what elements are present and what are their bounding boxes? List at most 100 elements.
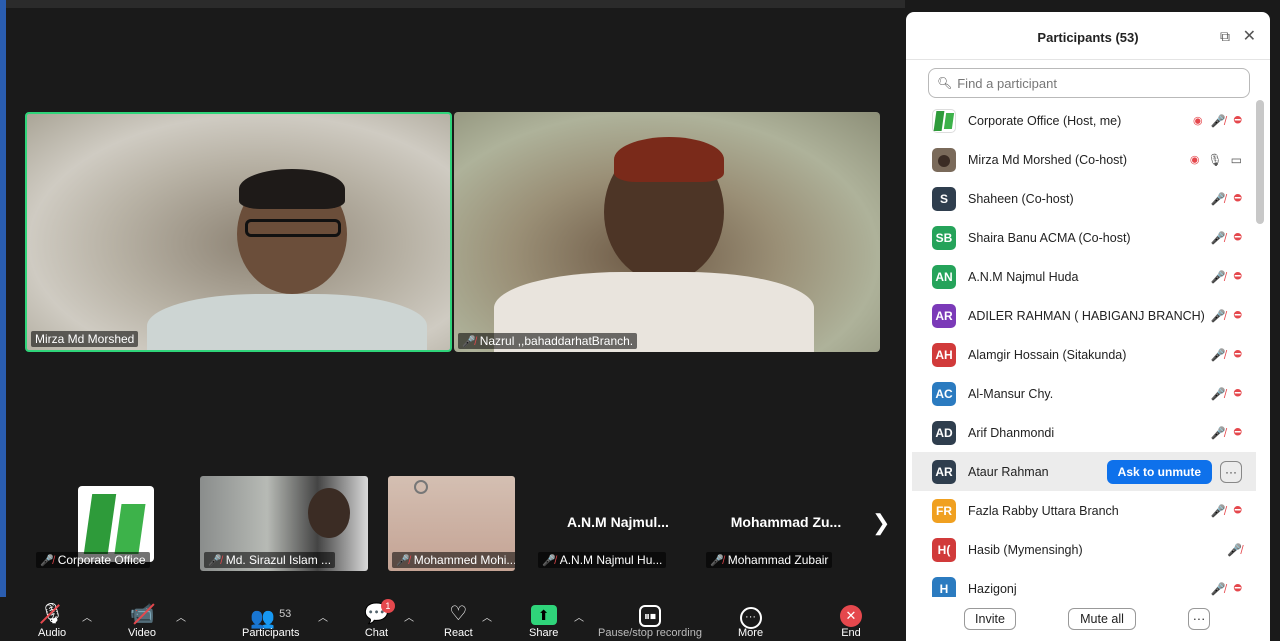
thumbnail-name-tag: 🎤̸ Md. Sirazul Islam ... [204,552,336,568]
participant-status: 🎤̸ ⛔︎ [1211,309,1242,323]
search-input[interactable] [957,75,1238,91]
avatar: H( [932,537,956,562]
participant-row[interactable]: S Shaheen (Co-host) 🎤̸ ⛔︎ [912,179,1256,218]
audio-button[interactable]: 🎙 Audio [38,601,66,639]
record-icon: ◉ [1189,154,1200,166]
mic-off-icon: 🎙 [39,603,65,625]
participant-more-button[interactable]: ··· [1220,460,1242,483]
video-button[interactable]: 📹 Video [128,601,156,639]
thumbnail-tile[interactable]: Mohammad Zu... 🎤̸ Mohammad Zubair [702,476,870,571]
participant-name: Hazigonj [968,581,1017,596]
mic-off-icon: 🎤̸ [1210,347,1226,362]
mic-off-icon: 🎤̸ [1210,503,1226,518]
scrollbar[interactable] [1256,100,1264,224]
participants-count: 53 [279,608,292,620]
participant-row[interactable]: AN A.N.M Najmul Huda 🎤̸ ⛔︎ [912,257,1256,296]
end-button[interactable]: ✕ End [840,601,862,639]
avatar: FR [932,498,956,523]
chevron-right-icon[interactable]: ❯ [872,510,890,536]
chat-button[interactable]: 💬 1 Chat [364,599,395,639]
react-options-caret[interactable]: ︿ [482,609,492,624]
mic-off-icon: 🎤̸ [1210,581,1226,596]
audio-options-caret[interactable]: ︿ [82,609,92,624]
participant-row[interactable]: AC Al-Mansur Chy. 🎤̸ ⛔︎ [912,374,1256,413]
share-options-caret[interactable]: ︿ [574,609,584,624]
participant-row[interactable]: AR ADILER RAHMAN ( HABIGANJ BRANCH) 🎤̸ ⛔︎ [912,296,1256,335]
more-options-button[interactable]: ··· [1188,608,1210,630]
video-tile[interactable]: 🎤̸ Nazrul ,,bahaddarhatBranch. [454,112,880,352]
participant-name: Arif Dhanmondi [968,425,1055,440]
mic-off-icon: 🎤̸ [1210,308,1226,323]
mic-off-icon: 🎤̸ [1210,191,1226,206]
participant-row[interactable]: FR Fazla Rabby Uttara Branch 🎤̸ ⛔︎ [912,491,1256,530]
participant-status: 🎤̸ ⛔︎ [1211,231,1242,245]
video-name: Nazrul ,,bahaddarhatBranch. [479,334,634,348]
avatar [932,108,956,133]
end-label: End [841,627,861,639]
participant-figure [308,488,350,538]
video-options-caret[interactable]: ︿ [176,609,186,624]
thumbnail-name: Mohammed Mohi... [413,553,515,567]
participant-row[interactable]: H Hazigonj 🎤̸ ⛔︎ [912,569,1256,597]
react-label: React [444,627,473,639]
avatar: AH [932,342,956,367]
mic-off-icon: 🎤̸ [1210,269,1226,284]
participant-list: Corporate Office (Host, me) ◉ 🎤̸ ⛔︎ Mirza Md… [906,100,1256,597]
participant-row[interactable]: AR Ataur Rahman Ask to unmute ··· [912,452,1256,491]
recording-button[interactable]: ⏸⏹ Pause/stop recording [598,601,702,639]
more-button[interactable]: ··· More [738,601,763,639]
participant-row[interactable]: Mirza Md Morshed (Co-host) ◉ 🎙 ▭ [912,140,1256,179]
end-icon: ✕ [840,601,862,627]
ask-to-unmute-button[interactable]: Ask to unmute [1106,459,1212,484]
invite-button[interactable]: Invite [964,608,1016,630]
camera-off-icon: ⛔︎ [1233,193,1242,204]
participant-name: Hasib (Mymensingh) [968,542,1083,557]
more-icon: ··· [739,601,762,629]
participant-row[interactable]: SB Shaira Banu ACMA (Co-host) 🎤̸ ⛔︎ [912,218,1256,257]
mute-all-button[interactable]: Mute all [1068,608,1136,630]
chat-options-caret[interactable]: ︿ [404,609,414,624]
avatar: AR [932,459,956,484]
pause-stop-icon: ⏸⏹ [638,601,661,627]
camera-off-icon: ⛔︎ [1233,427,1242,438]
thumbnail-label: Mohammad Zu... [730,514,842,530]
video-label: Video [128,627,156,639]
participant-row[interactable]: AH Alamgir Hossain (Sitakunda) 🎤̸ ⛔︎ [912,335,1256,374]
search-box[interactable]: 🔍︎ [928,68,1250,98]
video-name-tag: 🎤̸ Nazrul ,,bahaddarhatBranch. [458,333,638,349]
participant-status: 🎤̸ [1227,543,1242,557]
thumbnail-tile[interactable]: 🎤̸ Corporate Office [32,476,200,571]
close-icon[interactable]: ✕ [1243,26,1256,46]
participant-status: 🎤̸ ⛔︎ [1211,582,1242,596]
share-button[interactable]: ⬆ Share [529,601,558,639]
chat-badge: 1 [380,599,395,613]
participant-status: 🎤̸ ⛔︎ [1211,387,1242,401]
meeting-stage: Mirza Md Morshed 🎤̸ Nazrul ,,bahaddarhat… [0,0,905,641]
mic-off-icon: 🎤̸ [1227,542,1242,557]
participants-options-caret[interactable]: ︿ [318,609,328,624]
participant-name: Alamgir Hossain (Sitakunda) [968,347,1127,362]
participant-row[interactable]: Corporate Office (Host, me) ◉ 🎤̸ ⛔︎ [912,101,1256,140]
participant-row[interactable]: AD Arif Dhanmondi 🎤̸ ⛔︎ [912,413,1256,452]
thumbnail-name-tag: 🎤̸ A.N.M Najmul Hu... [538,552,667,568]
participant-name: Corporate Office (Host, me) [968,113,1122,128]
video-name-tag: Mirza Md Morshed [31,331,139,347]
record-icon: ◉ [1192,115,1203,127]
thumbnail-name: A.N.M Najmul Hu... [559,553,663,567]
participant-hair [239,169,345,209]
camera-icon: ▭ [1230,152,1242,167]
video-tile-active-speaker[interactable]: Mirza Md Morshed [25,112,452,352]
participant-row[interactable]: H( Hasib (Mymensingh) 🎤̸ [912,530,1256,569]
popout-icon[interactable]: ⧉ [1220,28,1230,45]
thumbnail-tile[interactable]: 🎤̸ Md. Sirazul Islam ... [200,476,368,571]
participant-name: Al-Mansur Chy. [968,386,1054,401]
thumbnail-tile[interactable]: 🎤̸ Mohammed Mohi... [388,476,515,571]
participant-shirt [147,294,427,350]
camera-off-icon: ⛔︎ [1233,583,1242,594]
ceiling-fan [414,480,428,494]
participants-button[interactable]: 👥 53 Participants [242,601,299,639]
thumbnail-tile[interactable]: A.N.M Najmul... 🎤̸ A.N.M Najmul Hu... [534,476,702,571]
participant-status: 🎤̸ ⛔︎ [1211,348,1242,362]
participant-name: Fazla Rabby Uttara Branch [968,503,1119,518]
react-button[interactable]: ♡ React [444,601,473,639]
